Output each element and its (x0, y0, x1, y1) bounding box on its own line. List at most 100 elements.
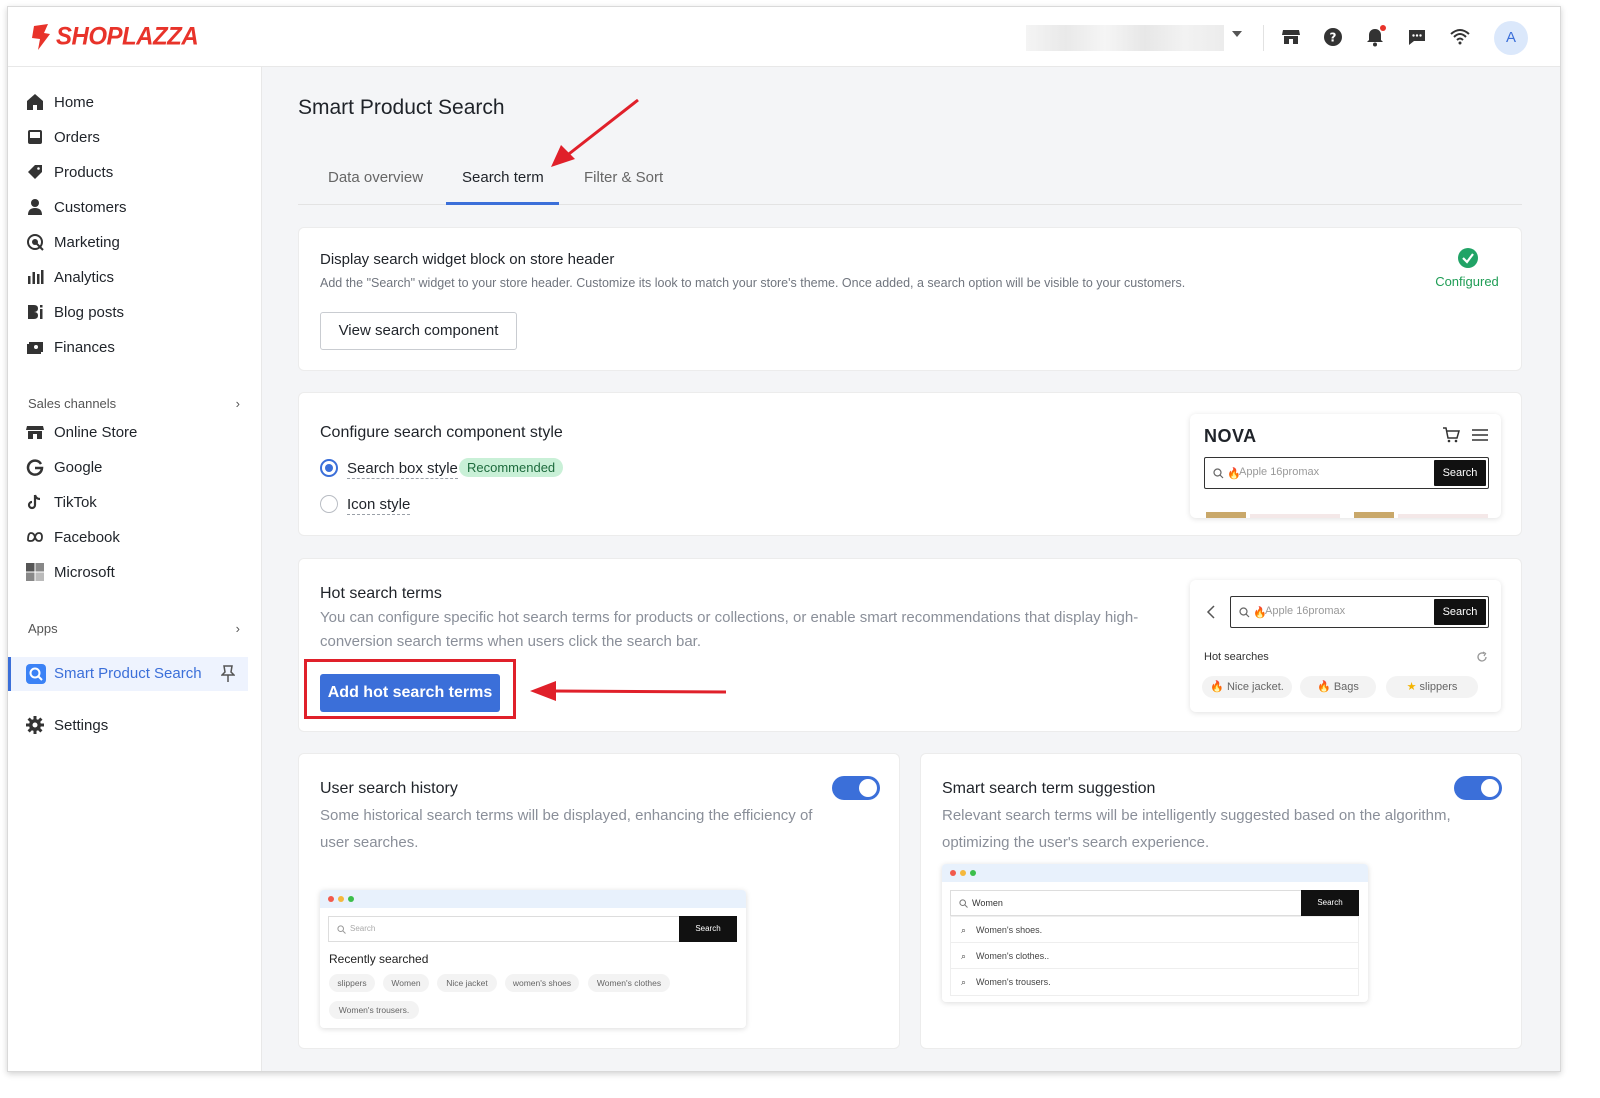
sidebar-item-google[interactable]: Google (26, 452, 102, 482)
sidebar-item-label: Orders (54, 128, 100, 146)
suggestion-text: Women's shoes. (976, 925, 1043, 935)
wifi-icon[interactable] (1449, 26, 1471, 48)
microsoft-icon (26, 563, 44, 581)
preview-search-bar: 🔥 Apple 16promax Search (1230, 596, 1489, 628)
logo[interactable]: SHOPLAZZA (28, 22, 199, 51)
star-icon: ★ (1406, 681, 1417, 693)
window-dot (960, 870, 966, 876)
card-description: Some historical search terms will be dis… (320, 807, 813, 851)
card-title: Smart search term suggestion (942, 780, 1156, 797)
suggestion-preview: Women Search ⌕ Women's shoes. ⌕ Women's … (942, 864, 1368, 1002)
svg-text:?: ? (1330, 31, 1337, 45)
search-box-preview: NOVA 🔥 Apple 16promax Search (1190, 414, 1501, 518)
sidebar-item-settings[interactable]: Settings (26, 710, 108, 740)
history-chip: Women's trousers. (329, 1001, 419, 1019)
sidebar-item-label: Blog posts (54, 303, 125, 321)
history-preview: Search Search Recently searched slippers… (320, 890, 746, 1028)
card-title: Display search widget block on store hea… (320, 251, 615, 268)
radio-label[interactable]: Icon style (347, 496, 411, 515)
radio-label[interactable]: Search box style (347, 460, 458, 479)
meta-icon (27, 532, 43, 542)
search-history-toggle[interactable] (832, 776, 880, 800)
preview-search-bar: Search Search (328, 916, 737, 942)
sidebar-item-products[interactable]: Products (26, 157, 113, 187)
preview-query: Women (972, 898, 1003, 908)
sidebar-item-analytics[interactable]: Analytics (26, 262, 114, 292)
smart-suggestion-card: Smart search term suggestion Relevant se… (920, 753, 1522, 1049)
search-icon (959, 899, 968, 908)
chat-icon[interactable] (1406, 26, 1428, 48)
sidebar-item-orders[interactable]: Orders (26, 122, 100, 152)
hot-chip: 🔥 Bags (1300, 676, 1376, 698)
finance-icon (27, 342, 43, 354)
browser-bar (942, 864, 1368, 882)
refresh-icon (1477, 651, 1487, 662)
annotation-arrow-icon (551, 98, 639, 167)
preview-brand: NOVA (1204, 426, 1257, 446)
target-icon (27, 234, 44, 251)
chip-label: Nice jacket. (1226, 681, 1284, 693)
sidebar-item-home[interactable]: Home (26, 87, 94, 117)
sales-channels-header[interactable]: Sales channels › (28, 396, 240, 411)
smart-suggestion-toggle[interactable] (1454, 776, 1502, 800)
tab-bar: Data overview Search term Filter & Sort (298, 157, 1522, 205)
top-bar: SHOPLAZZA ? A (8, 7, 1560, 67)
hot-chip: ★ slippers (1386, 676, 1478, 698)
preview-placeholder: Search (350, 924, 376, 933)
sidebar-item-microsoft[interactable]: Microsoft (26, 557, 115, 587)
chevron-down-icon[interactable] (1232, 31, 1242, 37)
chip-label: slippers (1419, 681, 1458, 693)
store-icon[interactable] (1280, 26, 1302, 48)
avatar[interactable]: A (1494, 21, 1528, 55)
window-dot (348, 896, 354, 902)
card-description: You can configure specific hot search te… (320, 609, 1139, 650)
icon-style-radio[interactable] (320, 495, 338, 513)
search-box-style-radio[interactable] (320, 459, 338, 477)
sidebar-item-label: Settings (54, 716, 109, 734)
blog-icon (28, 305, 43, 319)
pin-icon[interactable] (221, 665, 235, 683)
logo-text: SHOPLAZZA (56, 22, 199, 51)
sidebar-item-label: Finances (54, 338, 115, 356)
page-title: Smart Product Search (298, 96, 505, 119)
sidebar-item-facebook[interactable]: Facebook (26, 522, 120, 552)
sidebar-item-tiktok[interactable]: TikTok (26, 487, 97, 517)
tab-search-term[interactable]: Search term (462, 169, 544, 186)
person-icon (28, 199, 42, 215)
sidebar-item-smart-product-search[interactable]: Smart Product Search (8, 657, 248, 691)
status-badge: Configured (1435, 274, 1499, 289)
tag-icon (28, 165, 42, 179)
sidebar-item-marketing[interactable]: Marketing (26, 227, 120, 257)
shoplazza-logo-icon (32, 24, 50, 50)
annotation-arrow-icon (530, 681, 727, 701)
history-chip: Women (383, 974, 429, 992)
section-label: Apps (28, 621, 58, 636)
preview-search-button: Search (1434, 599, 1486, 625)
search-icon: ⌕ (961, 925, 967, 935)
product-thumb (1250, 514, 1340, 518)
card-description: Add the "Search" widget to your store he… (320, 276, 1186, 290)
hot-searches-heading: Hot searches (1204, 651, 1269, 663)
sidebar: Home Orders Products Customers Marketing… (8, 67, 262, 1071)
sidebar-item-customers[interactable]: Customers (26, 192, 127, 222)
sidebar-item-online-store[interactable]: Online Store (26, 417, 137, 447)
view-search-component-button[interactable]: View search component (320, 312, 517, 350)
fire-icon: 🔥 (1317, 681, 1331, 693)
google-icon (26, 459, 44, 476)
history-chip: slippers (329, 974, 375, 992)
tab-data-overview[interactable]: Data overview (328, 169, 423, 186)
apps-header[interactable]: Apps › (28, 621, 240, 636)
suggestion-text: Women's trousers. (976, 977, 1051, 987)
section-label: Sales channels (28, 396, 117, 411)
card-title: User search history (320, 780, 458, 797)
sidebar-item-label: Home (54, 93, 95, 111)
history-chip: Nice jacket (437, 974, 497, 992)
sidebar-item-label: Smart Product Search (54, 665, 202, 682)
list-item: ⌕ Women's trousers. (951, 969, 1358, 995)
sidebar-item-finances[interactable]: Finances (26, 332, 115, 362)
store-selector[interactable] (1026, 25, 1224, 51)
menu-icon (1472, 429, 1488, 441)
sidebar-item-blog-posts[interactable]: Blog posts (26, 297, 124, 327)
sidebar-item-label: Marketing (54, 233, 120, 251)
help-icon[interactable]: ? (1322, 26, 1344, 48)
